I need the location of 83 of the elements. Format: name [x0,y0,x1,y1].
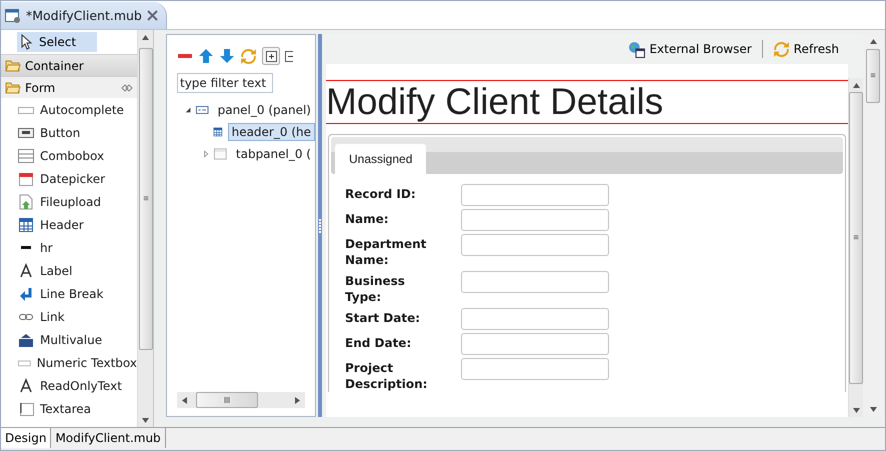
grip-icon [142,196,150,202]
field-label: End Date: [345,335,412,352]
multivalue-icon [18,332,34,348]
palette-item[interactable]: Autocomplete [40,102,124,116]
scroll-up-icon[interactable] [142,34,149,41]
page-heading: Modify Client Details [326,80,848,124]
bottom-tab[interactable]: Design [1,428,52,448]
input-field[interactable] [461,184,609,206]
expander-icon[interactable] [185,106,192,114]
toolbar-button[interactable]: Refresh [770,38,841,60]
palette-item[interactable]: Fileupload [40,194,101,208]
palette-item[interactable]: Line Break [40,286,104,300]
scroll-up-icon[interactable] [852,82,860,89]
palette-item[interactable]: Numeric Textbox [36,356,137,370]
palette-drawer[interactable]: Form [1,76,137,98]
tab[interactable]: Unassigned [335,144,426,174]
palette-drawer[interactable]: Container [1,54,137,76]
return-arrow-icon [18,286,34,302]
close-icon[interactable] [146,10,158,21]
palette-item[interactable]: Multivalue [40,332,102,346]
input-field[interactable] [461,234,609,256]
input-field[interactable] [461,271,609,293]
refresh-icon [240,48,257,64]
palette-item[interactable]: Link [40,310,65,324]
input-field[interactable] [461,358,609,380]
collapse-all-icon[interactable] [285,48,293,64]
toolbar-button[interactable]: External Browser [626,38,754,60]
tree-item[interactable]: tabpanel_0 ( [232,145,315,163]
textarea-icon [18,400,34,416]
refresh-icon [772,40,790,58]
tree-item[interactable]: header_0 (he [228,123,315,141]
editor-tab-title: *ModifyClient.mub [26,8,142,23]
field-label: Record ID: [345,186,417,203]
grip-icon [869,72,877,78]
table-icon [18,216,34,232]
palette-item[interactable]: Label [40,264,72,278]
scroll-up-icon[interactable] [870,38,876,45]
arrow-up-icon[interactable] [198,48,214,64]
expand-all-icon[interactable] [262,47,280,65]
field-label: Start Date: [345,310,422,327]
folder-icon [5,59,21,72]
palette-item[interactable]: Textarea [40,402,92,416]
globe-window-icon [628,40,646,58]
horizontal-scrollbar[interactable] [177,392,305,408]
grip-icon [223,396,231,404]
list-icon [18,148,34,164]
folder-icon [5,81,21,94]
arrow-down-icon[interactable] [219,48,235,64]
scroll-right-icon[interactable] [294,396,301,404]
palette-item[interactable]: Combobox [40,148,104,162]
palette-item[interactable]: hr [40,240,53,254]
field-label: Name: [345,211,390,228]
letter-icon [18,262,34,278]
scroll-down-icon[interactable] [852,407,860,414]
field-label: Business Type: [345,273,406,305]
bottom-tab[interactable]: ModifyClient.mub [51,428,166,448]
grip-icon [852,234,860,240]
field-label: Project Description: [345,360,428,392]
scroll-down-icon[interactable] [142,417,149,424]
input-field[interactable] [461,308,609,330]
editor-tab[interactable]: *ModifyClient.mub [1,2,167,29]
scroll-down-icon[interactable] [870,406,876,413]
file-upload-icon [18,194,34,210]
letter-icon [18,378,34,394]
dash-icon [21,246,31,249]
tab-panel-icon [214,146,227,162]
palette-item[interactable]: Datepicker [40,172,106,186]
input-field[interactable] [461,333,609,355]
filter-field[interactable]: type filter text [177,73,273,93]
splitter-handle[interactable] [318,34,322,417]
palette-item[interactable]: ReadOnlyText [40,378,122,392]
scroll-left-icon[interactable] [181,396,188,404]
pointer-icon [21,34,33,50]
palette-item[interactable]: Button [40,126,80,140]
field-label: Department Name: [345,236,428,268]
input-field[interactable] [461,209,609,231]
scrollbar[interactable] [137,30,153,427]
form-file-icon [5,8,21,24]
calendar-icon [18,170,34,186]
palette-item[interactable]: Header [40,218,84,232]
select-tool[interactable]: Select [17,32,97,52]
scrollbar[interactable] [848,78,863,417]
tree-item[interactable]: panel_0 (panel) [214,101,315,119]
